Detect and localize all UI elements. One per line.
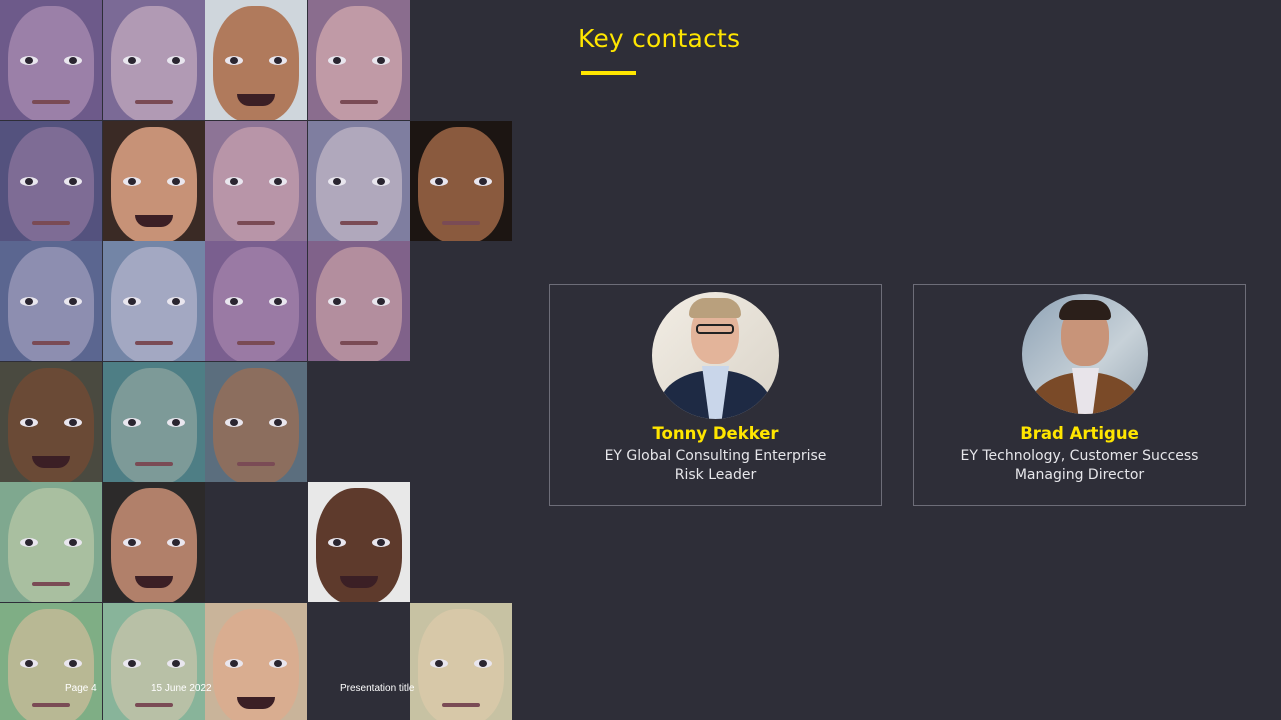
face-photo-tile (0, 121, 102, 241)
contact-photo (1022, 294, 1148, 414)
footer-date: 15 June 2022 (151, 683, 212, 694)
footer-page-number: Page 4 (65, 683, 97, 694)
contact-role-line: EY Global Consulting Enterprise (604, 448, 827, 464)
title-underline (581, 71, 636, 75)
contact-role: EY Global Consulting Enterprise Risk Lea… (550, 447, 881, 485)
face-photo-tile (205, 121, 307, 241)
face-photo-tile (205, 0, 307, 120)
face-photo-tile (103, 603, 205, 720)
face-photo-tile (0, 241, 102, 361)
contact-role: EY Technology, Customer Success Managing… (914, 447, 1245, 485)
face-photo-tile (410, 121, 512, 241)
face-photo-tile (205, 362, 307, 482)
face-photo-tile (0, 362, 102, 482)
face-photo-tile (0, 603, 102, 720)
contact-role-line: EY Technology, Customer Success (960, 448, 1199, 464)
page-title: Key contacts (578, 24, 741, 53)
face-photo-tile (308, 241, 410, 361)
face-photo-tile (308, 121, 410, 241)
contact-role-line: Managing Director (1014, 467, 1145, 483)
face-photo-tile (308, 0, 410, 120)
face-photo-tile (103, 362, 205, 482)
contact-card-brad-artigue: Brad Artigue EY Technology, Customer Suc… (913, 284, 1246, 506)
face-photo-tile (0, 482, 102, 602)
face-photo-tile (308, 482, 410, 602)
contact-name: Tonny Dekker (652, 424, 779, 443)
face-photo-tile (103, 482, 205, 602)
contact-name: Brad Artigue (1020, 424, 1139, 443)
face-photo-tile (103, 0, 205, 120)
slide: Key contacts Tonny Dekker EY Global Cons… (0, 0, 1281, 720)
contact-photo (652, 292, 779, 419)
face-photo-tile (0, 0, 102, 120)
face-photo-tile (410, 603, 512, 720)
face-photo-tile (205, 241, 307, 361)
face-photo-tile (103, 241, 205, 361)
contact-role-line: Risk Leader (674, 467, 757, 483)
face-photo-tile (205, 603, 307, 720)
contact-card-tonny-dekker: Tonny Dekker EY Global Consulting Enterp… (549, 284, 882, 506)
footer-presentation-title: Presentation title (340, 683, 415, 694)
face-photo-tile (103, 121, 205, 241)
